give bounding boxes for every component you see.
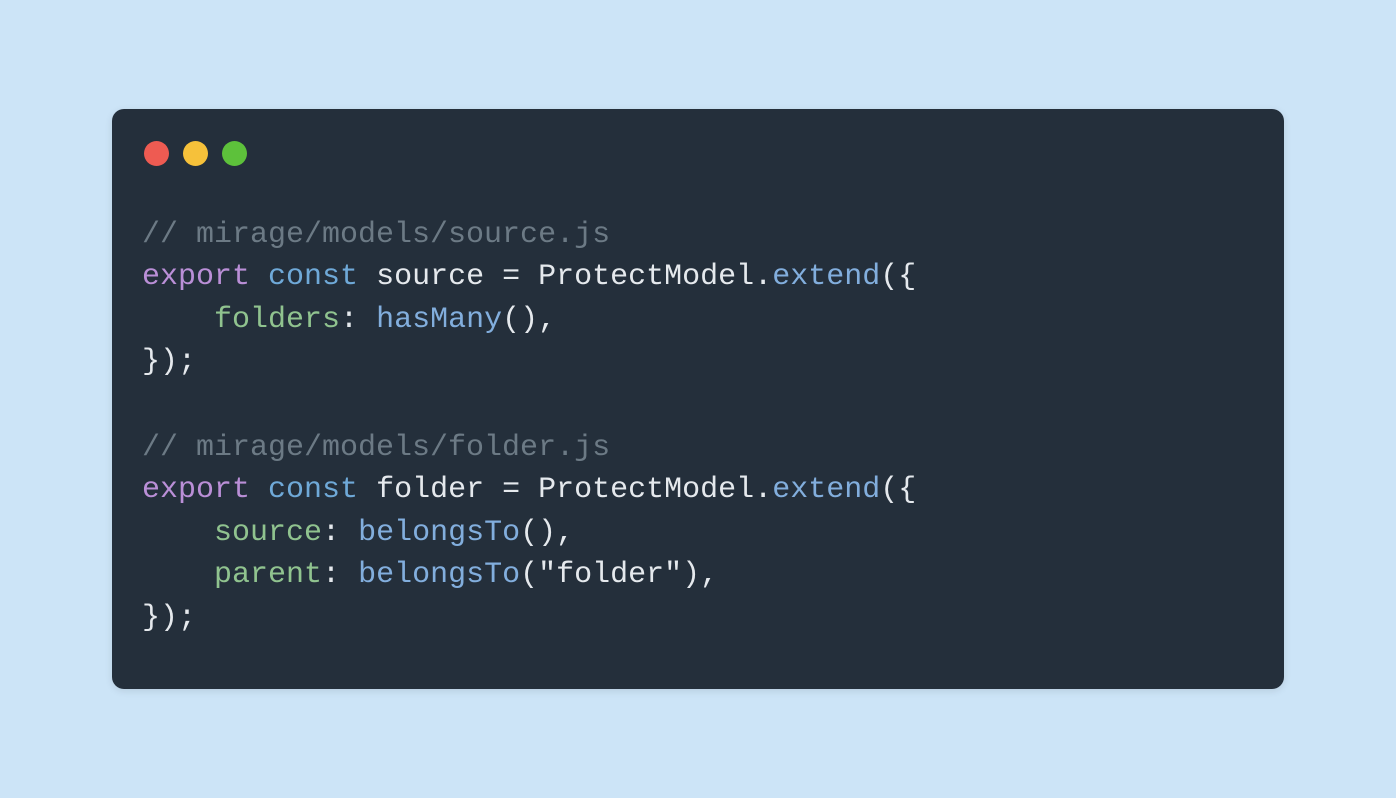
- code-punct: (),: [502, 303, 556, 337]
- code-punct: :: [340, 303, 376, 337]
- code-punct: ),: [682, 558, 718, 592]
- code-window: // mirage/models/source.js export const …: [112, 109, 1284, 690]
- code-punct: });: [142, 345, 196, 379]
- code-identifier: folder: [376, 473, 484, 507]
- code-function: belongsTo: [358, 558, 520, 592]
- code-punct: :: [322, 558, 358, 592]
- code-indent: [142, 516, 214, 550]
- code-comment: // mirage/models/source.js: [142, 218, 610, 252]
- code-punct: .: [754, 260, 772, 294]
- code-method: extend: [772, 260, 880, 294]
- code-punct: (: [520, 558, 538, 592]
- minimize-icon[interactable]: [183, 141, 208, 166]
- code-punct: :: [322, 516, 358, 550]
- code-indent: [142, 558, 214, 592]
- maximize-icon[interactable]: [222, 141, 247, 166]
- code-comment: // mirage/models/folder.js: [142, 431, 610, 465]
- code-keyword: export: [142, 260, 250, 294]
- code-type: ProtectModel: [538, 260, 754, 294]
- close-icon[interactable]: [144, 141, 169, 166]
- code-punct: =: [484, 473, 538, 507]
- code-punct: .: [754, 473, 772, 507]
- code-punct: });: [142, 601, 196, 635]
- code-keyword: export: [142, 473, 250, 507]
- code-punct: ({: [880, 260, 916, 294]
- code-property: source: [214, 516, 322, 550]
- code-punct: =: [484, 260, 538, 294]
- code-indent: [142, 303, 214, 337]
- code-punct: ({: [880, 473, 916, 507]
- traffic-lights: [142, 141, 1254, 166]
- code-method: extend: [772, 473, 880, 507]
- code-punct: (),: [520, 516, 574, 550]
- code-property: parent: [214, 558, 322, 592]
- code-keyword: const: [268, 473, 358, 507]
- code-property: folders: [214, 303, 340, 337]
- code-block: // mirage/models/source.js export const …: [142, 214, 1254, 640]
- code-keyword: const: [268, 260, 358, 294]
- code-function: belongsTo: [358, 516, 520, 550]
- code-function: hasMany: [376, 303, 502, 337]
- code-identifier: source: [376, 260, 484, 294]
- code-string: "folder": [538, 558, 682, 592]
- code-type: ProtectModel: [538, 473, 754, 507]
